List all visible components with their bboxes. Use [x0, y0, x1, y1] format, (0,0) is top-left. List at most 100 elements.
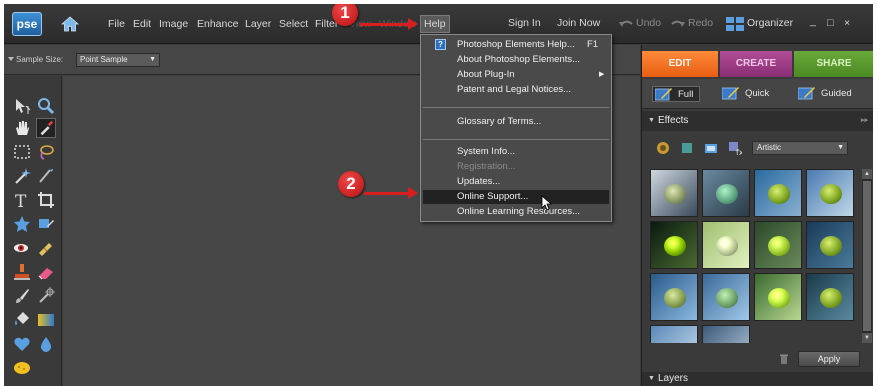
move-tool-icon[interactable] — [12, 96, 32, 116]
effects-panel-header[interactable]: ▼ Effects ▸▸ — [642, 111, 873, 131]
organizer-button[interactable]: Organizer — [747, 17, 793, 29]
home-icon[interactable] — [60, 14, 80, 34]
tab-edit[interactable]: EDIT — [642, 51, 718, 77]
zoom-tool-icon[interactable] — [36, 96, 56, 116]
sample-size-select[interactable]: Point Sample ▼ — [76, 53, 160, 67]
app-logo[interactable]: pse — [12, 12, 42, 36]
panel-menu-icon[interactable]: ▸▸ — [861, 116, 868, 124]
menu-image[interactable]: Image — [159, 17, 188, 31]
hand-tool-icon[interactable] — [12, 118, 32, 138]
mouse-cursor-icon — [541, 195, 553, 211]
scroll-down-icon[interactable]: ▼ — [862, 333, 872, 343]
eraser-tool-icon[interactable] — [36, 262, 56, 282]
menu-item-photoshop-elements-help[interactable]: Photoshop Elements Help... — [457, 38, 575, 52]
tab-share[interactable]: SHARE — [794, 51, 873, 77]
menu-item-about-plug-in[interactable]: About Plug-In — [457, 68, 515, 82]
chevron-down-icon[interactable] — [8, 56, 14, 62]
sponge-tool-icon[interactable] — [12, 358, 32, 378]
effect-thumbnail[interactable] — [754, 273, 802, 321]
effect-thumbnail[interactable] — [702, 221, 750, 269]
effect-thumbnail[interactable] — [650, 273, 698, 321]
effects-category-value: Artistic — [757, 143, 781, 152]
join-now-link[interactable]: Join Now — [557, 17, 600, 29]
apply-button[interactable]: Apply — [798, 351, 860, 367]
menu-layer[interactable]: Layer — [245, 17, 271, 31]
effect-thumbnail[interactable] — [650, 221, 698, 269]
smart-brush-tool-icon[interactable] — [36, 286, 56, 306]
redo-icon — [671, 20, 685, 27]
menu-file[interactable]: File — [108, 17, 125, 31]
effect-thumbnail[interactable] — [806, 169, 854, 217]
layers-panel-header[interactable]: ▼ Layers — [642, 372, 873, 386]
custom-shape-tool-icon[interactable] — [12, 334, 32, 354]
help-menu-dropdown: ? Photoshop Elements Help... F1 About Ph… — [420, 34, 612, 222]
effect-thumbnail[interactable] — [650, 325, 698, 343]
effects-category-select[interactable]: Artistic ▼ — [752, 141, 848, 155]
menu-enhance[interactable]: Enhance — [197, 17, 238, 31]
effect-thumbnail[interactable] — [702, 273, 750, 321]
eyedropper-tool-icon[interactable] — [36, 118, 56, 138]
red-eye-tool-icon[interactable] — [12, 238, 32, 258]
menu-item-registration[interactable]: Registration... — [457, 160, 516, 174]
effects-scrollbar[interactable]: ▲ ▼ — [862, 169, 872, 343]
effect-thumbnail[interactable] — [702, 325, 750, 343]
menu-item-shortcut-f1: F1 — [587, 39, 599, 50]
healing-brush-tool-icon[interactable] — [36, 238, 56, 258]
menu-edit[interactable]: Edit — [133, 17, 151, 31]
mode-guided-button[interactable]: Guided — [798, 86, 852, 102]
sample-size-value: Point Sample — [80, 55, 128, 64]
menu-separator — [423, 107, 609, 108]
effect-thumbnail[interactable] — [650, 169, 698, 217]
effects-toolbar: fx Artistic ▼ — [642, 133, 873, 163]
menu-item-updates[interactable]: Updates... — [457, 175, 500, 189]
menu-item-glossary-of-terms[interactable]: Glossary of Terms... — [457, 115, 541, 129]
mode-full-button[interactable]: Full — [652, 86, 701, 102]
cookie-cutter-tool-icon[interactable] — [12, 214, 32, 234]
effects-title: Effects — [658, 115, 689, 126]
layers-title: Layers — [658, 373, 689, 384]
menu-help[interactable]: Help — [420, 15, 450, 33]
redo-button[interactable]: Redo — [688, 17, 713, 29]
minimize-button[interactable]: _ — [810, 15, 816, 27]
selection-brush-tool-icon[interactable] — [36, 166, 56, 186]
effect-thumbnail[interactable] — [754, 221, 802, 269]
magic-wand-tool-icon[interactable] — [12, 166, 32, 186]
restore-button[interactable]: □ — [827, 17, 833, 29]
sign-in-link[interactable]: Sign In — [508, 17, 541, 29]
undo-button[interactable]: Undo — [636, 17, 661, 29]
brush-tool-icon[interactable] — [12, 286, 32, 306]
menu-item-online-support[interactable]: Online Support... — [457, 190, 528, 204]
scroll-up-icon[interactable]: ▲ — [862, 169, 872, 179]
menu-item-online-learning-resources[interactable]: Online Learning Resources... — [457, 205, 580, 219]
close-button[interactable]: × — [844, 17, 850, 29]
gradient-tool-icon[interactable] — [36, 310, 56, 330]
mode-quick-button[interactable]: Quick — [722, 86, 769, 102]
effect-thumbnail[interactable] — [754, 169, 802, 217]
trash-icon[interactable] — [778, 353, 790, 365]
type-tool-icon[interactable]: T — [12, 190, 32, 210]
help-question-icon: ? — [435, 39, 446, 50]
crop-tool-icon[interactable] — [36, 190, 56, 210]
effect-thumbnail[interactable] — [806, 221, 854, 269]
lasso-tool-icon[interactable] — [36, 142, 56, 162]
blur-tool-icon[interactable] — [36, 334, 56, 354]
toolbox: T — [4, 76, 62, 386]
show-all-effects-icon[interactable]: fx — [728, 141, 742, 155]
menu-item-system-info[interactable]: System Info... — [457, 145, 515, 159]
effect-thumbnail[interactable] — [806, 273, 854, 321]
menu-item-about-photoshop-elements[interactable]: About Photoshop Elements... — [457, 53, 580, 67]
tab-create[interactable]: CREATE — [720, 51, 792, 77]
layer-styles-icon[interactable] — [680, 141, 694, 155]
effect-thumbnail[interactable] — [702, 169, 750, 217]
marquee-tool-icon[interactable] — [12, 142, 32, 162]
paint-bucket-tool-icon[interactable] — [12, 310, 32, 330]
filters-icon[interactable] — [656, 141, 670, 155]
scrollbar-thumb[interactable] — [863, 181, 871, 331]
clone-stamp-tool-icon[interactable] — [12, 262, 32, 282]
menu-select[interactable]: Select — [279, 17, 308, 31]
submenu-arrow-icon: ▶ — [599, 71, 605, 78]
dropdown-arrow-icon: ▼ — [837, 144, 844, 151]
menu-item-patent-legal-notices[interactable]: Patent and Legal Notices... — [457, 83, 571, 97]
photo-effects-icon[interactable] — [704, 141, 718, 155]
straighten-tool-icon[interactable] — [36, 214, 56, 234]
